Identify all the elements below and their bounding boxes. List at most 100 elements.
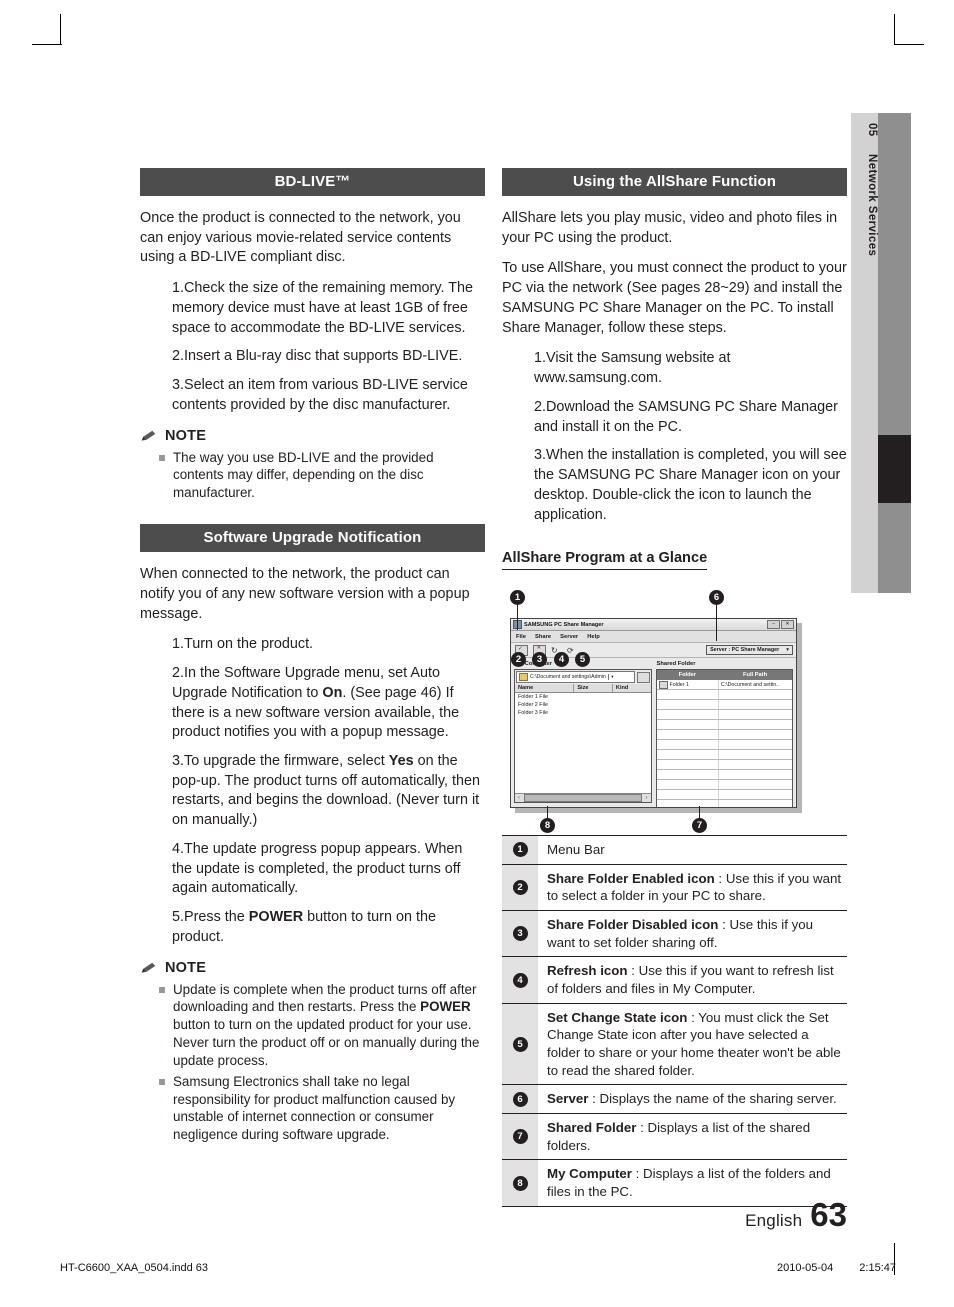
list-item: 4.The update progress popup appears. Whe…: [172, 840, 463, 897]
legend-number-cell: 1: [502, 836, 538, 864]
list-item: 2.Insert a Blu-ray disc that supports BD…: [172, 348, 463, 365]
table-row[interactable]: [656, 710, 792, 721]
column-header-name[interactable]: Name: [515, 684, 575, 693]
list-item: 2.Download the SAMSUNG PC Share Manager …: [534, 398, 838, 435]
legend-text: Refresh icon : Use this if you want to r…: [538, 957, 847, 1002]
path-input[interactable]: C:\Document and settings\Admin ▾: [516, 671, 635, 684]
column-header-size[interactable]: Size: [574, 684, 613, 693]
bd-live-notes: The way you use BD-LIVE and the provided…: [140, 449, 485, 502]
subheading-allshare-glance: AllShare Program at a Glance: [502, 550, 708, 571]
shared-folder-box: Folder Full Path Folder 1 C:\Document an…: [655, 669, 793, 808]
minimize-button[interactable]: –: [767, 620, 780, 630]
window-title: SAMSUNG PC Share Manager: [524, 621, 604, 628]
callout-badge: 8: [512, 1175, 528, 1191]
legend-number-cell: 8: [502, 1160, 538, 1206]
scroll-left-arrow[interactable]: ‹: [515, 795, 523, 801]
menu-bar: File Share Server Help: [511, 631, 796, 644]
crop-mark: [894, 14, 895, 44]
callout-8: 8: [540, 818, 555, 834]
manual-page: 05 Network Services BD-LIVE™ Once the pr…: [0, 0, 954, 1307]
legend-text: Shared Folder : Displays a list of the s…: [538, 1114, 847, 1159]
table-row[interactable]: [656, 690, 792, 701]
scrollbar-thumb[interactable]: [524, 794, 642, 803]
section-heading-bd-live: BD-LIVE™: [140, 168, 485, 196]
allshare-intro-2: To use AllShare, you must connect the pr…: [502, 260, 847, 336]
legend-row: 1 Menu Bar: [502, 836, 847, 865]
legend-row: 3 Share Folder Disabled icon : Use this …: [502, 911, 847, 958]
callout-badge: 1: [512, 842, 528, 858]
legend-number-cell: 7: [502, 1114, 538, 1160]
table-row[interactable]: [656, 770, 792, 781]
chapter-bar: [878, 113, 911, 593]
table-row[interactable]: [656, 720, 792, 731]
menu-item-help[interactable]: Help: [587, 634, 600, 640]
legend-row: 4 Refresh icon : Use this if you want to…: [502, 957, 847, 1004]
chapter-tab-text: 05 Network Services: [851, 113, 878, 593]
column-header-full-path[interactable]: Full Path: [718, 670, 792, 680]
list-item[interactable]: Folder 1 File: [515, 693, 651, 701]
chapter-label: Network Services: [866, 154, 878, 257]
my-computer-box: C:\Document and settings\Admin ▾ Name Si…: [514, 669, 652, 804]
section-heading-software-upgrade: Software Upgrade Notification: [140, 524, 485, 553]
crop-mark: [894, 44, 924, 45]
chevron-down-icon[interactable]: ▾: [607, 674, 616, 681]
software-upgrade-notes: Update is complete when the product turn…: [140, 981, 485, 1144]
legend-text: Menu Bar: [538, 836, 609, 864]
horizontal-scrollbar[interactable]: ‹ ›: [515, 793, 651, 803]
table-row[interactable]: [656, 790, 792, 801]
legend-row: 5 Set Change State icon : You must click…: [502, 1003, 847, 1086]
server-selector-label: Server : PC Share Manager: [710, 647, 780, 654]
allshare-figure: 1 6 2 3 4 5 8 7 SAMSUNG PC Share Manager…: [502, 590, 847, 835]
list-item: 3.To upgrade the firmware, select Yes on…: [172, 752, 480, 829]
table-row[interactable]: [656, 760, 792, 771]
legend-number-cell: 3: [502, 911, 538, 957]
pencil-icon: [141, 961, 156, 973]
callout-badge: 4: [512, 972, 528, 988]
column-header-kind[interactable]: Kind: [613, 684, 651, 692]
legend-text: Share Folder Disabled icon : Use this if…: [538, 911, 847, 956]
pencil-icon: [141, 429, 156, 441]
path-bar: C:\Document and settings\Admin ▾: [515, 670, 651, 685]
my-computer-pane: My Computer C:\Document and settings\Adm…: [514, 661, 652, 804]
table-row[interactable]: [656, 700, 792, 711]
callout-badge: 2: [512, 879, 528, 895]
list-item: 3.When the installation is completed, yo…: [534, 447, 847, 523]
list-item: The way you use BD-LIVE and the provided…: [140, 449, 485, 502]
list-item[interactable]: Folder 2 File: [515, 701, 651, 709]
left-column: BD-LIVE™ Once the product is connected t…: [140, 168, 485, 1152]
server-selector[interactable]: Server : PC Share Manager ▾: [706, 645, 793, 656]
menu-item-file[interactable]: File: [516, 634, 526, 640]
callout-badge: 5: [512, 1036, 528, 1052]
shared-folder-header: Folder Full Path: [656, 670, 792, 681]
shared-folder-path: C:\Document and settin..: [720, 681, 780, 688]
legend-term: Share Folder Disabled icon: [547, 917, 719, 933]
table-row[interactable]: [656, 730, 792, 741]
list-item[interactable]: Folder 3 File: [515, 709, 651, 717]
browse-button[interactable]: [636, 671, 650, 683]
table-row[interactable]: [656, 750, 792, 761]
menu-item-server[interactable]: Server: [560, 634, 578, 640]
legend-term: Share Folder Enabled icon: [547, 870, 715, 886]
menu-item-share[interactable]: Share: [535, 634, 551, 640]
callout-7: 7: [692, 818, 707, 834]
note-header: NOTE: [140, 960, 485, 976]
note-label: NOTE: [165, 427, 207, 444]
legend-description: : Displays the name of the sharing serve…: [588, 1091, 837, 1107]
close-button[interactable]: ✕: [781, 620, 794, 630]
print-time: 2:15:47: [859, 1262, 896, 1274]
scroll-right-arrow[interactable]: ›: [643, 795, 651, 801]
column-header-folder[interactable]: Folder: [657, 670, 719, 680]
panes-container: My Computer C:\Document and settings\Adm…: [511, 658, 796, 808]
legend-number-cell: 2: [502, 864, 538, 911]
table-row[interactable]: Folder 1 C:\Document and settin..: [656, 680, 792, 691]
legend-row: 7 Shared Folder : Displays a list of the…: [502, 1114, 847, 1161]
page-number: 63: [810, 1196, 847, 1233]
table-row[interactable]: [656, 740, 792, 751]
legend-term: Refresh icon: [547, 963, 628, 979]
note-label: NOTE: [165, 959, 207, 976]
bd-live-intro: Once the product is connected to the net…: [140, 210, 461, 266]
table-row[interactable]: [656, 780, 792, 791]
note-header: NOTE: [140, 428, 485, 444]
legend-description: Menu Bar: [547, 842, 605, 857]
table-row[interactable]: [657, 800, 793, 808]
